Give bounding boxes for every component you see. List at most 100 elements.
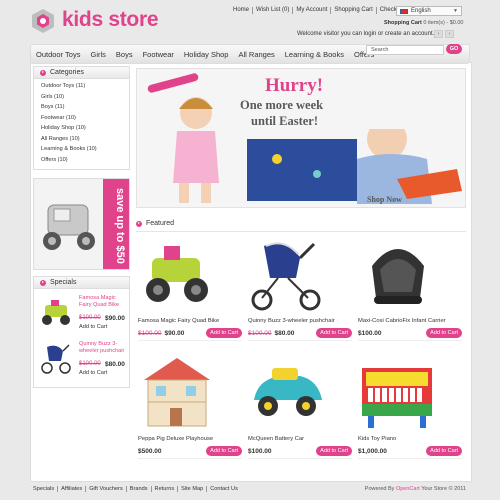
bullet-icon xyxy=(136,220,142,227)
hero-banner[interactable]: Hurry! One more week until Easter! Shop … xyxy=(136,68,466,208)
playhouse-image[interactable] xyxy=(138,354,216,432)
battery-car-image[interactable] xyxy=(248,354,326,432)
specials-header: Specials xyxy=(34,277,129,289)
boy-with-gift-image xyxy=(247,129,462,204)
next-icon[interactable]: › xyxy=(445,30,454,38)
infant-carrier-image[interactable] xyxy=(358,236,436,314)
nav-all-ranges[interactable]: All Ranges xyxy=(233,50,279,59)
add-to-cart-button[interactable]: Add to Cart xyxy=(316,328,352,338)
product-price: $100.00 $90.00 xyxy=(138,330,184,337)
special-add-to-cart[interactable]: Add to Cart xyxy=(79,370,107,376)
footer-link-affiliates[interactable]: Affiliates xyxy=(58,486,87,492)
special-name[interactable]: Famosa Magic Fairy Quad Bike xyxy=(79,295,129,308)
product-card: Kids Toy Piano $1,000.00 Add to Cart xyxy=(358,354,466,464)
nav-footwear[interactable]: Footwear xyxy=(138,50,179,59)
footer-links: Specials Affiliates Gift Vouchers Brands… xyxy=(30,486,241,492)
category-item[interactable]: Boys (11) xyxy=(41,102,122,113)
banner-line-3: until Easter! xyxy=(251,114,319,128)
product-price: $100.00 $80.00 xyxy=(248,330,294,337)
toy-car-image xyxy=(43,204,95,250)
search-input[interactable]: Search xyxy=(366,45,444,55)
footer-link-contact[interactable]: Contact Us xyxy=(207,486,241,492)
special-item: Famosa Magic Fairy Quad Bike $100.00 $90… xyxy=(39,295,129,339)
footer: Specials Affiliates Gift Vouchers Brands… xyxy=(30,482,472,496)
welcome-text: Welcome visitor you can login or create … xyxy=(297,31,435,37)
add-to-cart-button[interactable]: Add to Cart xyxy=(426,328,462,338)
logo-icon[interactable] xyxy=(30,8,56,34)
nav-boys[interactable]: Boys xyxy=(111,50,138,59)
product-card: Famosa Magic Fairy Quad Bike $100.00 $90.… xyxy=(138,236,246,346)
product-old-price: $100.00 xyxy=(248,330,272,337)
product-name[interactable]: Maxi-Cosi CabrioFix Infant Carrier xyxy=(358,318,446,324)
quad-bike-image[interactable] xyxy=(138,236,216,314)
footer-link-gift-vouchers[interactable]: Gift Vouchers xyxy=(86,486,127,492)
divider xyxy=(136,231,466,232)
pushchair-image[interactable] xyxy=(248,236,326,314)
footer-link-brands[interactable]: Brands xyxy=(127,486,152,492)
top-link-account[interactable]: My Account xyxy=(293,7,332,14)
promo-banner[interactable]: save up to $50 xyxy=(33,178,130,270)
category-item[interactable]: Holiday Shop (10) xyxy=(41,123,122,134)
product-card: Maxi-Cosi CabrioFix Infant Carrier $100.… xyxy=(358,236,466,346)
top-link-cart[interactable]: Shopping Cart xyxy=(331,7,377,14)
product-price: $100.00 xyxy=(248,448,272,455)
footer-link-specials[interactable]: Specials xyxy=(30,486,59,492)
footer-link-returns[interactable]: Returns xyxy=(152,486,179,492)
product-name[interactable]: Peppa Pig Deluxe Playhouse xyxy=(138,436,213,442)
pushchair-image[interactable] xyxy=(39,341,73,375)
special-old-price: $100.00 xyxy=(79,361,101,367)
featured-header: Featured xyxy=(136,220,174,227)
category-item[interactable]: Outdoor Toys (11) xyxy=(41,81,122,92)
cart-total: 0 item(s) - $0.00 xyxy=(423,20,464,26)
top-link-wishlist[interactable]: Wish List (0) xyxy=(253,7,294,14)
search-button[interactable]: GO xyxy=(446,44,462,54)
divider xyxy=(248,458,352,459)
product-name[interactable]: Kids Toy Piano xyxy=(358,436,396,442)
category-item[interactable]: Offers (10) xyxy=(41,155,122,166)
prev-icon[interactable]: ‹ xyxy=(434,30,443,38)
add-to-cart-button[interactable]: Add to Cart xyxy=(426,446,462,456)
nav-outdoor-toys[interactable]: Outdoor Toys xyxy=(31,50,85,59)
product-old-price: $100.00 xyxy=(138,330,162,337)
add-to-cart-button[interactable]: Add to Cart xyxy=(206,328,242,338)
product-card: McQueen Battery Car $100.00 Add to Cart xyxy=(248,354,356,464)
special-price: $90.00 xyxy=(105,315,125,322)
divider xyxy=(358,458,462,459)
product-price: $100.00 xyxy=(358,330,382,337)
shop-now-button[interactable]: Shop Now xyxy=(367,195,402,204)
chevron-down-icon: ▼ xyxy=(453,8,458,14)
product-new-price: $80.00 xyxy=(274,330,295,337)
store-logo[interactable]: kids store xyxy=(62,8,159,32)
nav-holiday-shop[interactable]: Holiday Shop xyxy=(179,50,234,59)
category-item[interactable]: Footwear (10) xyxy=(41,113,122,124)
top-link-home[interactable]: Home xyxy=(230,7,254,14)
nav-girls[interactable]: Girls xyxy=(85,50,110,59)
special-old-price: $100.00 xyxy=(79,315,101,321)
categories-header: Categories xyxy=(34,67,129,79)
featured-title: Featured xyxy=(146,220,175,227)
quad-bike-image[interactable] xyxy=(39,295,73,329)
toy-piano-image[interactable] xyxy=(358,354,436,432)
cart-summary[interactable]: Shopping Cart 0 item(s) - $0.00 xyxy=(384,20,463,26)
product-price: $500.00 xyxy=(138,448,162,455)
product-name[interactable]: Quinny Buzz 3-wheeler pushchair xyxy=(248,318,335,324)
category-item[interactable]: Girls (10) xyxy=(41,92,122,103)
product-name[interactable]: McQueen Battery Car xyxy=(248,436,304,442)
powered-suffix: Your Store © 2011 xyxy=(421,486,466,492)
special-add-to-cart[interactable]: Add to Cart xyxy=(79,324,107,330)
product-name[interactable]: Famosa Magic Fairy Quad Bike xyxy=(138,318,219,324)
opencart-link[interactable]: OpenCart xyxy=(396,486,420,492)
category-item[interactable]: All Ranges (10) xyxy=(41,134,122,145)
promo-text: save up to $50 xyxy=(114,188,126,264)
add-to-cart-button[interactable]: Add to Cart xyxy=(316,446,352,456)
category-item[interactable]: Learning & Books (10) xyxy=(41,144,122,155)
nav-learning-books[interactable]: Learning & Books xyxy=(280,50,349,59)
product-card: Quinny Buzz 3-wheeler pushchair $100.00 $… xyxy=(248,236,356,346)
divider xyxy=(248,340,352,341)
language-select[interactable]: English ▼ xyxy=(396,6,462,16)
language-label: English xyxy=(411,8,431,14)
currency-switch: ‹ › xyxy=(434,30,454,38)
footer-link-site-map[interactable]: Site Map xyxy=(178,486,208,492)
add-to-cart-button[interactable]: Add to Cart xyxy=(206,446,242,456)
special-name[interactable]: Quinny Buzz 3-wheeler pushchair xyxy=(79,341,129,354)
